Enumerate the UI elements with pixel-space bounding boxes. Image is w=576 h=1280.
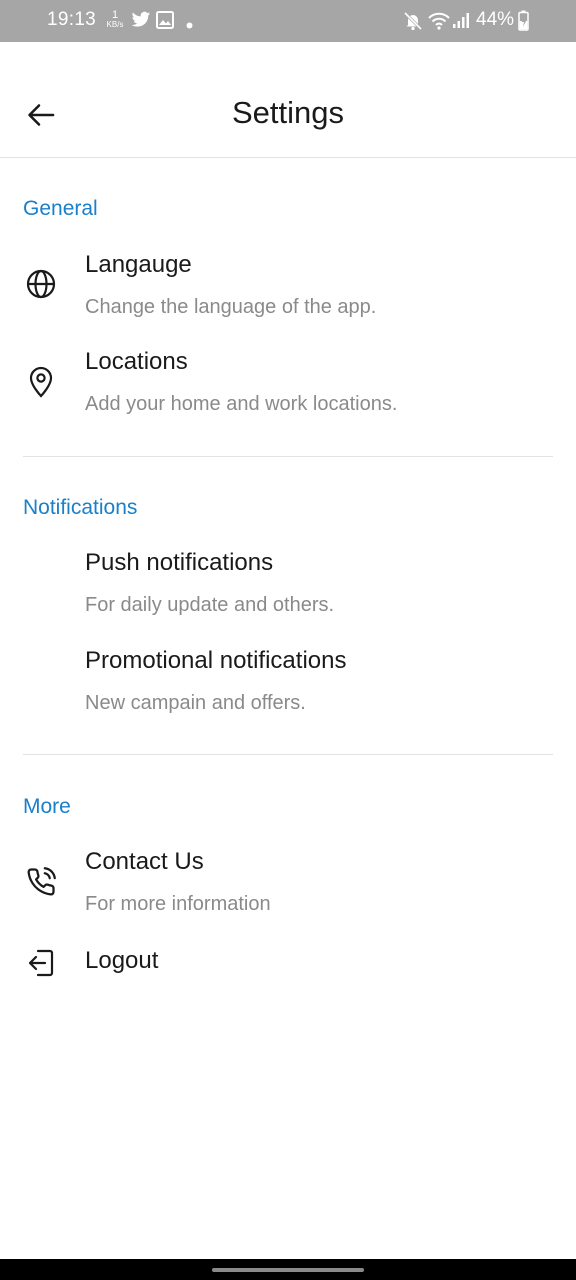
dot-icon bbox=[186, 16, 193, 34]
status-time: 19:13 bbox=[47, 9, 97, 30]
navigation-bar bbox=[0, 1259, 576, 1280]
logout-icon bbox=[24, 946, 58, 980]
settings-item-title: Langauge bbox=[85, 251, 192, 278]
section-divider bbox=[23, 754, 553, 755]
network-speed: 1 KB/s bbox=[104, 9, 126, 30]
page-title: Settings bbox=[231, 95, 344, 130]
settings-item-title: Logout bbox=[85, 947, 159, 974]
wifi-icon bbox=[427, 11, 451, 36]
settings-item-locations[interactable]: Locations Add your home and work locatio… bbox=[0, 342, 576, 430]
map-pin-icon bbox=[24, 365, 58, 399]
battery-charging-icon bbox=[518, 10, 529, 36]
settings-item-subtitle: New campain and offers. bbox=[85, 692, 306, 714]
globe-icon bbox=[24, 267, 58, 301]
app-header: Settings bbox=[0, 42, 576, 158]
settings-item-language[interactable]: Langauge Change the language of the app. bbox=[0, 245, 576, 333]
twitter-icon bbox=[131, 11, 151, 34]
section-header-more: More bbox=[23, 795, 71, 818]
settings-item-promotional-notifications[interactable]: Promotional notifications New campain an… bbox=[0, 641, 576, 729]
battery-level: 44% bbox=[476, 9, 515, 30]
settings-item-subtitle: For more information bbox=[85, 893, 271, 915]
settings-item-subtitle: For daily update and others. bbox=[85, 594, 335, 616]
section-divider bbox=[23, 456, 553, 457]
settings-item-logout[interactable]: Logout bbox=[0, 940, 576, 986]
section-header-general: General bbox=[23, 197, 98, 220]
mute-icon bbox=[403, 11, 423, 36]
phone-call-icon bbox=[24, 865, 58, 899]
settings-item-title: Contact Us bbox=[85, 848, 204, 875]
settings-item-subtitle: Change the language of the app. bbox=[85, 296, 377, 318]
network-speed-value: 1 bbox=[111, 9, 119, 21]
settings-item-subtitle: Add your home and work locations. bbox=[85, 393, 398, 415]
settings-item-title: Locations bbox=[85, 348, 188, 375]
section-header-notifications: Notifications bbox=[23, 496, 138, 519]
image-icon bbox=[156, 11, 174, 34]
settings-item-contact-us[interactable]: Contact Us For more information bbox=[0, 842, 576, 930]
signal-icon bbox=[452, 11, 470, 34]
network-speed-unit: KB/s bbox=[106, 20, 124, 29]
home-gesture-handle[interactable] bbox=[212, 1268, 364, 1272]
settings-item-title: Promotional notifications bbox=[85, 647, 347, 674]
settings-item-title: Push notifications bbox=[85, 549, 274, 576]
settings-item-push-notifications[interactable]: Push notifications For daily update and … bbox=[0, 543, 576, 631]
status-bar: 19:13 1 KB/s 44% bbox=[0, 0, 576, 42]
